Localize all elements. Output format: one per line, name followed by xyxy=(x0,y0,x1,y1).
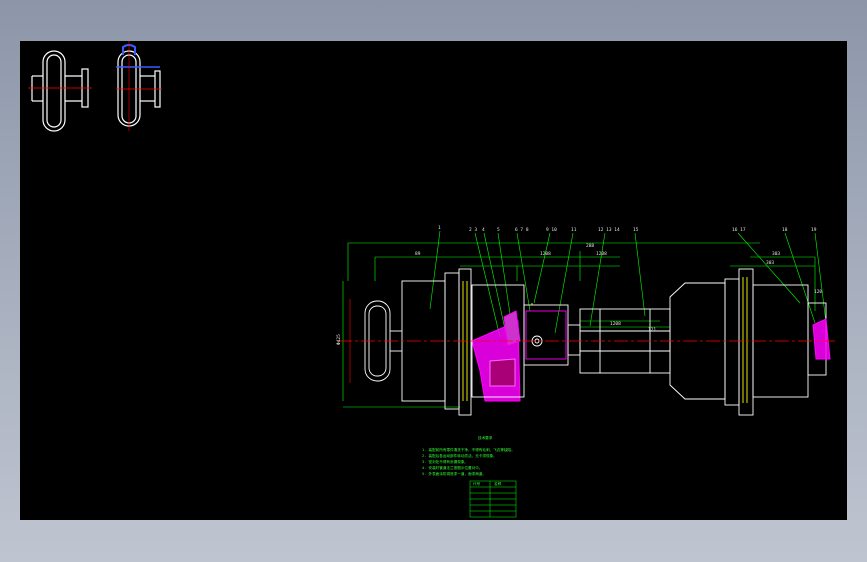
svg-text:4. 安装时管道法兰按图示位置对中。: 4. 安装时管道法兰按图示位置对中。 xyxy=(422,465,482,470)
technical-notes: 技术要求 1. 装配前所有零件清洗干净，不得有毛刺、飞边等缺陷。 2. 装配后各… xyxy=(422,435,515,476)
thumbnail-view-right xyxy=(116,41,162,131)
svg-text:121: 121 xyxy=(648,327,656,333)
svg-text:120: 120 xyxy=(814,289,822,295)
part-labels: 1 2 3 4 5 6 7 8 9 10 11 12 13 14 15 16 1… xyxy=(438,225,817,233)
svg-text:1208: 1208 xyxy=(610,321,621,327)
svg-text:代号: 代号 xyxy=(473,481,481,486)
seal-section xyxy=(471,310,521,402)
svg-text:2. 装配后各运动部件转动灵活，无卡滞现象。: 2. 装配后各运动部件转动灵活，无卡滞现象。 xyxy=(422,453,497,458)
svg-text:技术要求: 技术要求 xyxy=(478,435,493,440)
svg-text:2 3: 2 3 xyxy=(469,227,477,233)
svg-text:9 10: 9 10 xyxy=(546,227,557,233)
svg-text:11: 11 xyxy=(571,227,577,233)
svg-text:1: 1 xyxy=(438,225,441,231)
dimension-texts: 288 89 1208 1208 303 303 1208 121 120 Φ4… xyxy=(336,243,822,345)
svg-text:5. 外表面涂防锈底漆一道，面漆两道。: 5. 外表面涂防锈底漆一道，面漆两道。 xyxy=(422,471,486,476)
svg-text:303: 303 xyxy=(766,260,774,266)
svg-text:18: 18 xyxy=(782,227,788,233)
svg-text:288: 288 xyxy=(586,243,594,249)
svg-text:89: 89 xyxy=(415,251,421,257)
parts-table: 代号 名称 xyxy=(469,480,517,518)
right-seal xyxy=(812,318,831,360)
svg-text:16 17: 16 17 xyxy=(732,227,746,233)
svg-text:名称: 名称 xyxy=(494,481,502,486)
svg-text:303: 303 xyxy=(772,251,780,257)
svg-text:3. 密封处不得有渗漏现象。: 3. 密封处不得有渗漏现象。 xyxy=(422,459,468,464)
svg-text:4: 4 xyxy=(482,227,485,233)
svg-text:6 7 8: 6 7 8 xyxy=(515,227,529,233)
dimension-lines xyxy=(342,230,829,408)
svg-text:1208: 1208 xyxy=(596,251,607,257)
cad-drawing: 1 2 3 4 5 6 7 8 9 10 11 12 13 14 15 16 1… xyxy=(28,41,835,518)
svg-text:12 13 14: 12 13 14 xyxy=(598,227,620,233)
right-cylinder xyxy=(669,268,827,416)
left-cylinder xyxy=(401,268,472,416)
svg-text:1208: 1208 xyxy=(540,251,551,257)
svg-text:5: 5 xyxy=(497,227,500,233)
thumbnail-view-left xyxy=(28,50,92,132)
svg-text:1. 装配前所有零件清洗干净，不得有毛刺、飞边等缺陷。: 1. 装配前所有零件清洗干净，不得有毛刺、飞边等缺陷。 xyxy=(422,447,515,452)
svg-text:15: 15 xyxy=(633,227,639,233)
svg-text:19: 19 xyxy=(811,227,817,233)
assembly-drawing xyxy=(338,230,835,416)
cad-drawing-canvas[interactable]: 1 2 3 4 5 6 7 8 9 10 11 12 13 14 15 16 1… xyxy=(20,41,847,520)
svg-text:Φ425: Φ425 xyxy=(336,334,342,345)
